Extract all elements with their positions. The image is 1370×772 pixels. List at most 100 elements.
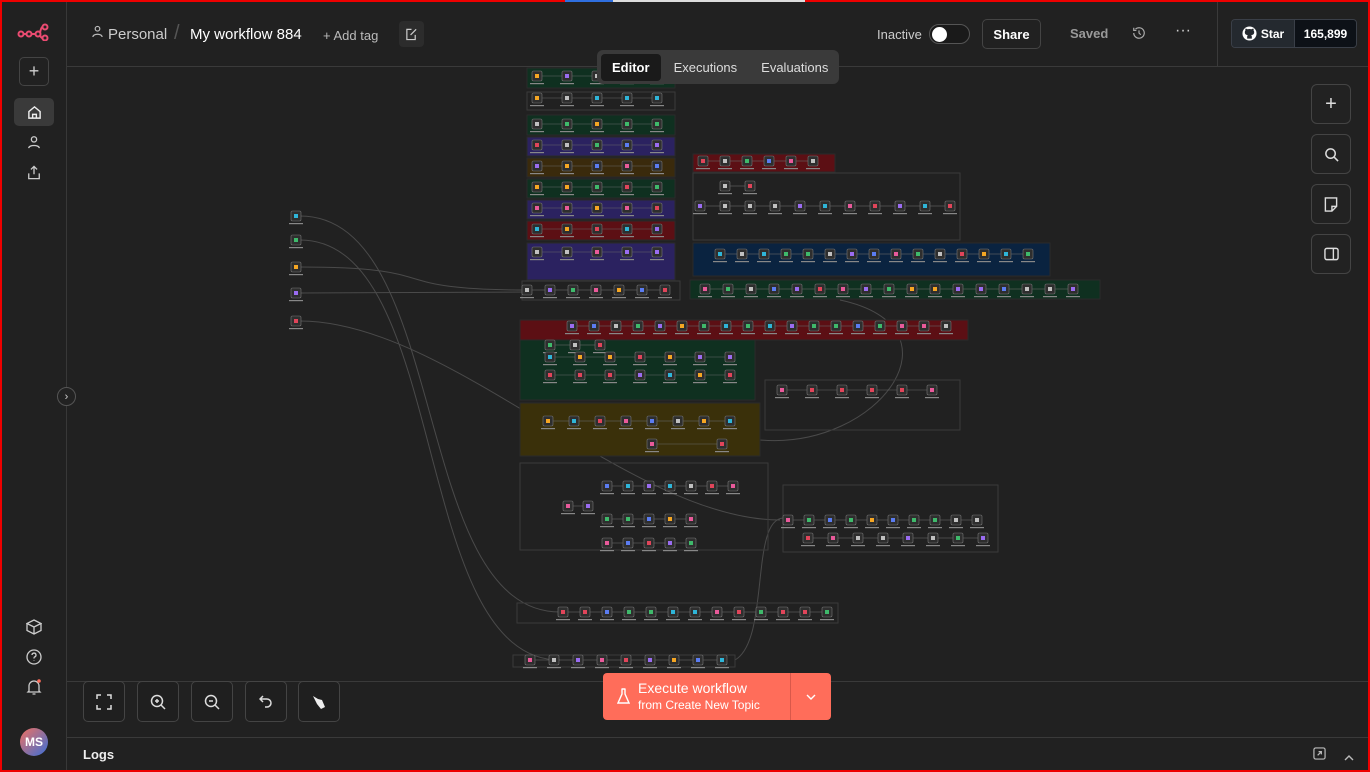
node-icon[interactable] bbox=[710, 484, 714, 488]
node-label[interactable] bbox=[593, 428, 607, 430]
node-icon[interactable] bbox=[806, 252, 810, 256]
node-icon[interactable] bbox=[608, 373, 612, 377]
node-label[interactable] bbox=[633, 382, 647, 384]
node-icon[interactable] bbox=[668, 484, 672, 488]
node-label[interactable] bbox=[820, 619, 834, 621]
node-icon[interactable] bbox=[650, 419, 654, 423]
node-icon[interactable] bbox=[703, 287, 707, 291]
node-icon[interactable] bbox=[625, 96, 629, 100]
node-icon[interactable] bbox=[672, 658, 676, 662]
node-label[interactable] bbox=[723, 364, 737, 366]
node-label[interactable] bbox=[571, 667, 585, 669]
node-icon[interactable] bbox=[731, 484, 735, 488]
node-icon[interactable] bbox=[954, 518, 958, 522]
node-label[interactable] bbox=[697, 428, 711, 430]
node-icon[interactable] bbox=[938, 252, 942, 256]
node-label[interactable] bbox=[955, 261, 969, 263]
node-label[interactable] bbox=[663, 550, 677, 552]
pop-out-icon[interactable] bbox=[1313, 747, 1326, 765]
node-label[interactable] bbox=[556, 619, 570, 621]
node-icon[interactable] bbox=[625, 227, 629, 231]
node-icon[interactable] bbox=[1002, 287, 1006, 291]
node-label[interactable] bbox=[541, 428, 555, 430]
node-icon[interactable] bbox=[828, 518, 832, 522]
node-label[interactable] bbox=[977, 261, 991, 263]
node-icon[interactable] bbox=[923, 204, 927, 208]
node-label[interactable] bbox=[726, 493, 740, 495]
node-icon[interactable] bbox=[702, 419, 706, 423]
node-icon[interactable] bbox=[781, 610, 785, 614]
node-icon[interactable] bbox=[898, 204, 902, 208]
node-label[interactable] bbox=[718, 168, 732, 170]
node-icon[interactable] bbox=[759, 610, 763, 614]
node-label[interactable] bbox=[590, 131, 604, 133]
node-label[interactable] bbox=[573, 382, 587, 384]
node-icon[interactable] bbox=[294, 214, 298, 218]
node-label[interactable] bbox=[603, 364, 617, 366]
workflow-name[interactable]: My workflow 884 bbox=[190, 26, 302, 43]
zoom-out-button[interactable] bbox=[191, 681, 233, 722]
node-label[interactable] bbox=[530, 173, 544, 175]
node-icon[interactable] bbox=[698, 373, 702, 377]
node-icon[interactable] bbox=[720, 442, 724, 446]
share-export-icon[interactable] bbox=[24, 163, 44, 181]
node-icon[interactable] bbox=[624, 419, 628, 423]
node-icon[interactable] bbox=[625, 164, 629, 168]
node-icon[interactable] bbox=[548, 288, 552, 292]
node-label[interactable] bbox=[784, 168, 798, 170]
node-label[interactable] bbox=[793, 213, 807, 215]
node-icon[interactable] bbox=[848, 204, 852, 208]
node-icon[interactable] bbox=[873, 204, 877, 208]
node-label[interactable] bbox=[741, 333, 755, 335]
node-label[interactable] bbox=[530, 152, 544, 154]
node-label[interactable] bbox=[642, 550, 656, 552]
user-icon[interactable] bbox=[24, 133, 44, 151]
node-label[interactable] bbox=[918, 213, 932, 215]
node-icon[interactable] bbox=[698, 204, 702, 208]
node-icon[interactable] bbox=[807, 518, 811, 522]
node-label[interactable] bbox=[917, 333, 931, 335]
node-label[interactable] bbox=[621, 493, 635, 495]
node-icon[interactable] bbox=[982, 252, 986, 256]
node-icon[interactable] bbox=[1048, 287, 1052, 291]
node-label[interactable] bbox=[671, 428, 685, 430]
node-label[interactable] bbox=[635, 297, 649, 299]
node-icon[interactable] bbox=[762, 252, 766, 256]
node-icon[interactable] bbox=[595, 96, 599, 100]
node-label[interactable] bbox=[620, 259, 634, 261]
node-label[interactable] bbox=[754, 619, 768, 621]
node-label[interactable] bbox=[743, 213, 757, 215]
node-label[interactable] bbox=[723, 428, 737, 430]
node-label[interactable] bbox=[560, 131, 574, 133]
node-label[interactable] bbox=[633, 364, 647, 366]
node-label[interactable] bbox=[622, 619, 636, 621]
node-label[interactable] bbox=[523, 667, 537, 669]
node-label[interactable] bbox=[560, 152, 574, 154]
node-label[interactable] bbox=[719, 333, 733, 335]
workflow-canvas[interactable] bbox=[67, 67, 1370, 681]
node-icon[interactable] bbox=[922, 324, 926, 328]
node-label[interactable] bbox=[619, 667, 633, 669]
node-icon[interactable] bbox=[561, 610, 565, 614]
node-label[interactable] bbox=[590, 194, 604, 196]
node-icon[interactable] bbox=[894, 252, 898, 256]
node-icon[interactable] bbox=[728, 373, 732, 377]
node-icon[interactable] bbox=[696, 658, 700, 662]
node-label[interactable] bbox=[974, 296, 988, 298]
node-icon[interactable] bbox=[647, 541, 651, 545]
node-label[interactable] bbox=[876, 545, 890, 547]
node-icon[interactable] bbox=[900, 388, 904, 392]
node-label[interactable] bbox=[805, 397, 819, 399]
node-icon[interactable] bbox=[655, 206, 659, 210]
node-icon[interactable] bbox=[1026, 252, 1030, 256]
node-icon[interactable] bbox=[655, 227, 659, 231]
node-icon[interactable] bbox=[723, 159, 727, 163]
node-label[interactable] bbox=[560, 105, 574, 107]
node-label[interactable] bbox=[865, 397, 879, 399]
node-icon[interactable] bbox=[944, 324, 948, 328]
tidy-up-button[interactable] bbox=[298, 681, 340, 722]
node-icon[interactable] bbox=[624, 658, 628, 662]
node-icon[interactable] bbox=[798, 204, 802, 208]
node-icon[interactable] bbox=[720, 658, 724, 662]
github-star-button[interactable]: Star 165,899 bbox=[1231, 19, 1357, 48]
